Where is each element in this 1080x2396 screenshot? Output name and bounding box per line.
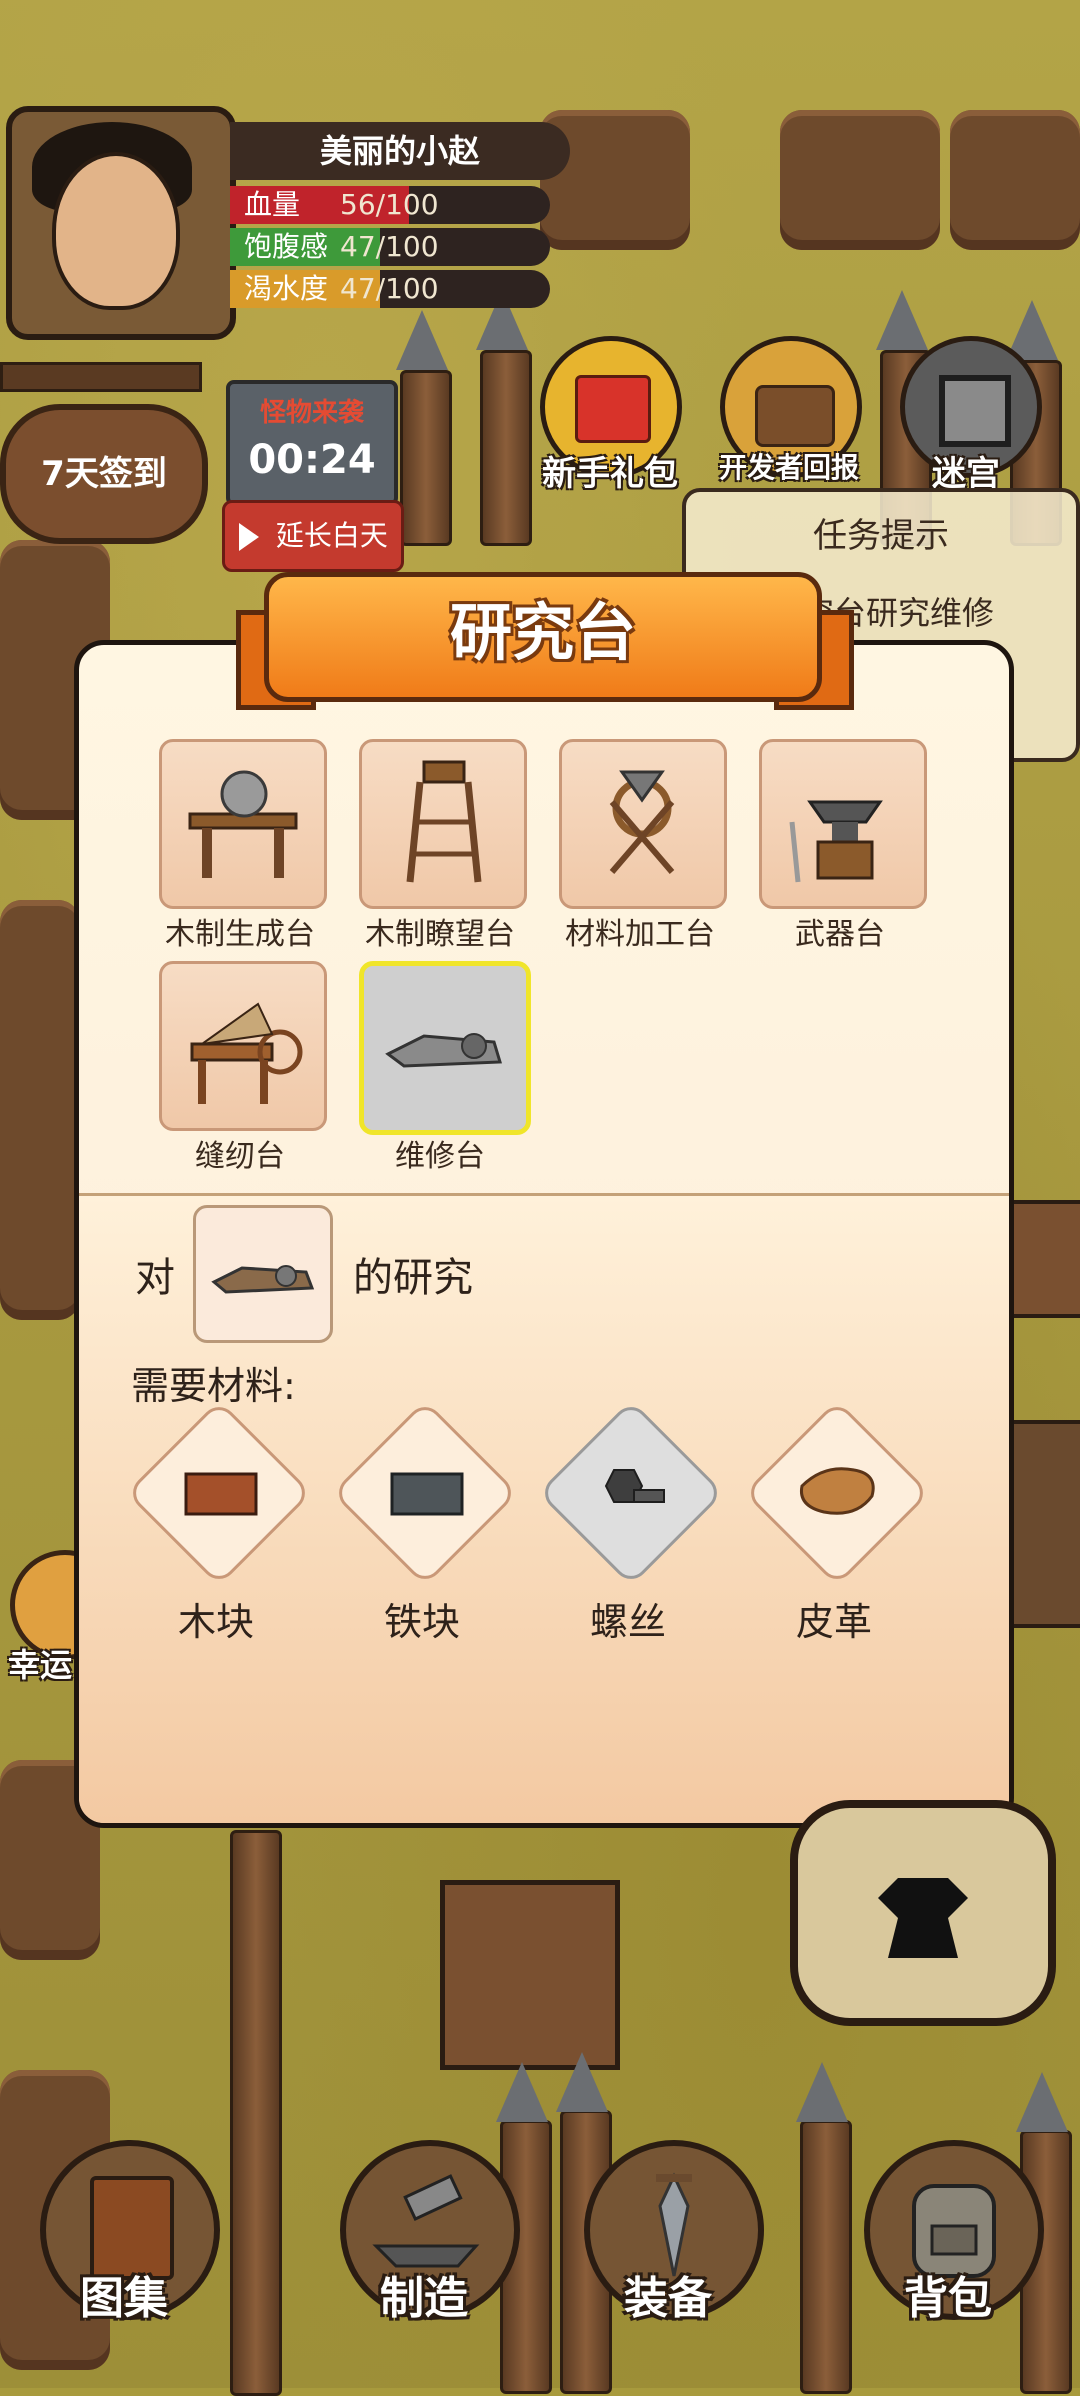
- repair-bench-icon: [385, 1033, 502, 1068]
- monster-timer: 怪物来袭 00:24: [226, 380, 398, 506]
- extend-day-button[interactable]: 延长白天: [222, 500, 404, 572]
- tile-label: 材料加工台: [565, 917, 715, 952]
- anvil-icon: [789, 800, 883, 883]
- research-target-box: [193, 1205, 333, 1343]
- dirt-patch: [0, 900, 80, 1320]
- avatar-face: [52, 152, 180, 310]
- fence-stake: [800, 2120, 852, 2394]
- tile-repair-bench-selected[interactable]: [359, 961, 531, 1135]
- build-slot[interactable]: [790, 1800, 1056, 2026]
- tile-watchtower[interactable]: [359, 739, 527, 909]
- watchtower-icon: [406, 760, 482, 883]
- tile-wood-generator[interactable]: [159, 739, 327, 909]
- maze-icon: [939, 375, 1011, 447]
- modal-title: 研究台: [264, 572, 822, 702]
- tile-label: 木制瞭望台: [365, 917, 515, 952]
- equip-label: 装备: [624, 2273, 712, 2324]
- sign-hanger: [0, 362, 202, 392]
- hunger-value: 47/100: [340, 230, 439, 263]
- materials-heading: 需要材料:: [131, 1364, 296, 1408]
- craft-label: 制造: [380, 2273, 468, 2324]
- tile-label: 武器台: [795, 917, 885, 952]
- material-label: 螺丝: [589, 1600, 666, 1644]
- extend-day-label: 延长白天: [275, 519, 388, 552]
- gift-pack-label: 新手礼包: [542, 454, 678, 494]
- wood-block-icon: [184, 1472, 258, 1516]
- fence-spike: [396, 310, 448, 370]
- monster-title: 怪物来袭: [259, 398, 364, 428]
- monster-countdown: 00:24: [248, 437, 376, 483]
- luck-label: 幸运: [7, 1646, 72, 1684]
- iron-block-icon: [390, 1472, 464, 1516]
- player-portrait[interactable]: [6, 106, 236, 340]
- health-label: 血量: [244, 188, 301, 221]
- dirt-patch: [950, 110, 1080, 250]
- treasure-chest-icon: [755, 385, 835, 447]
- thirst-label: 渴水度: [244, 272, 329, 305]
- fence-stake: [230, 1830, 282, 2396]
- fence-spike: [796, 2062, 848, 2122]
- screw-icon: [604, 1469, 665, 1503]
- dirt-patch: [780, 110, 940, 250]
- fence-spike: [1016, 2072, 1068, 2132]
- repair-bench-icon: [211, 1265, 315, 1294]
- ruined-structure: [440, 1880, 620, 2070]
- fence-spike: [556, 2052, 608, 2112]
- tile-weapon-bench[interactable]: [759, 739, 927, 909]
- play-icon: [239, 523, 259, 551]
- atlas-label: 图集: [80, 2273, 168, 2324]
- hunger-bar: 饱腹感 47/100: [230, 228, 550, 266]
- dev-reward-label: 开发者回报: [718, 451, 859, 484]
- machine-silhouette-icon: [878, 1878, 968, 1958]
- gift-box-icon: [575, 375, 651, 443]
- tile-label: 缝纫台: [195, 1139, 285, 1174]
- checkin-button[interactable]: 7天签到: [0, 404, 208, 544]
- player-name: 美丽的小赵: [230, 122, 570, 180]
- fence-stake: [400, 370, 452, 546]
- thirst-bar: 渴水度 47/100: [230, 270, 550, 308]
- thirst-value: 47/100: [340, 272, 439, 305]
- material-label: 皮革: [795, 1600, 872, 1644]
- tile-sewing-table[interactable]: [159, 961, 327, 1131]
- research-prefix: 对: [135, 1255, 175, 1301]
- sewing-table-icon: [190, 1002, 303, 1104]
- material-label: 木块: [177, 1600, 254, 1644]
- tile-material-processor[interactable]: [559, 739, 727, 909]
- leather-icon: [799, 1467, 875, 1515]
- tile-label: 维修台: [395, 1139, 485, 1174]
- machine-structure: [1010, 1420, 1080, 1628]
- wood-generator-icon: [188, 770, 298, 878]
- health-bar: 血量 56/100: [230, 186, 550, 224]
- research-suffix: 的研究: [353, 1255, 473, 1301]
- hunger-label: 饱腹感: [244, 230, 329, 263]
- task-hint-title: 任务提示: [813, 516, 949, 556]
- modal-divider: [79, 1193, 1009, 1196]
- bag-label: 背包: [904, 2273, 992, 2324]
- health-value: 56/100: [340, 188, 439, 221]
- material-processor-icon: [609, 770, 675, 874]
- fence-spike: [876, 290, 928, 350]
- research-modal: 木制生成台 木制瞭望台 材料加工台 武器台 缝纫台 维修台 对 的研究 需要材料…: [74, 640, 1014, 1828]
- material-label: 铁块: [383, 1600, 460, 1644]
- fence-spike: [496, 2062, 548, 2122]
- tile-label: 木制生成台: [165, 917, 315, 952]
